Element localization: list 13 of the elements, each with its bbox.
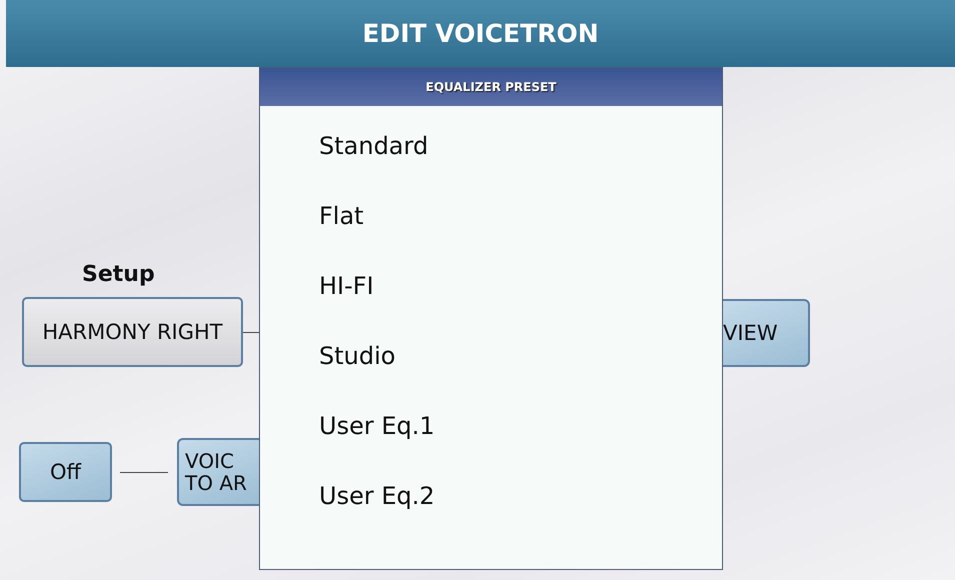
popup-title: EQUALIZER PRESET xyxy=(426,80,556,94)
preset-item[interactable]: Standard xyxy=(260,128,428,198)
preset-item[interactable]: User Eq.1 xyxy=(260,408,435,478)
harmony-button[interactable]: HARMONY RIGHT xyxy=(22,297,243,367)
preset-item[interactable]: Flat xyxy=(260,198,364,268)
off-button[interactable]: Off xyxy=(19,442,112,502)
screen-title: EDIT VOICETRON xyxy=(362,19,599,48)
preset-item[interactable]: Studio xyxy=(260,338,396,408)
view-button[interactable]: VIEW xyxy=(723,299,810,367)
preset-item[interactable]: User Eq.2 xyxy=(260,478,435,548)
voice-button[interactable]: VOIC TO AR xyxy=(177,438,259,506)
preset-item[interactable]: HI-FI xyxy=(260,268,374,338)
section-label: Setup xyxy=(82,262,155,288)
